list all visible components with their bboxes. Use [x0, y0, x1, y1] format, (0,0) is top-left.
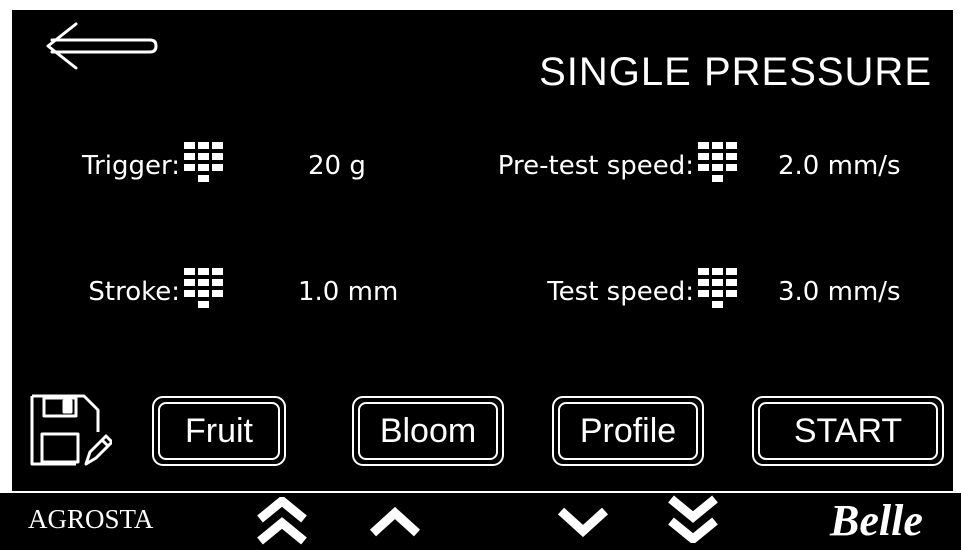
test-speed-keypad-icon[interactable]	[698, 268, 738, 324]
trigger-value: 20 g	[308, 151, 366, 181]
test-speed-label: Test speed:	[547, 277, 694, 307]
pretest-speed-keypad-icon[interactable]	[698, 142, 738, 198]
chevron-down-icon[interactable]	[556, 507, 610, 537]
trigger-label: Trigger:	[82, 151, 180, 181]
chevron-up-icon[interactable]	[368, 507, 422, 537]
pretest-speed-label: Pre-test speed:	[497, 151, 694, 181]
trigger-keypad-icon[interactable]	[184, 142, 224, 198]
save-edit-icon[interactable]	[28, 392, 112, 468]
brand-belle: Belle	[830, 496, 923, 545]
double-chevron-up-icon[interactable]	[255, 497, 309, 545]
start-button[interactable]: START	[752, 396, 944, 466]
stroke-value: 1.0 mm	[298, 277, 399, 307]
bottom-bar: AGROSTA Belle	[0, 493, 961, 550]
device-screen: SINGLE PRESSURE Trigger: 20 g Pre-test s…	[12, 10, 953, 491]
page-title: SINGLE PRESSURE	[539, 50, 932, 94]
test-speed-value: 3.0 mm/s	[778, 277, 901, 307]
pretest-speed-value: 2.0 mm/s	[778, 151, 901, 181]
double-chevron-down-icon[interactable]	[666, 495, 720, 543]
brand-agrosta: AGROSTA	[28, 504, 154, 534]
back-arrow-icon[interactable]	[40, 18, 160, 74]
stroke-keypad-icon[interactable]	[184, 268, 224, 324]
bloom-button[interactable]: Bloom	[352, 396, 504, 466]
profile-button[interactable]: Profile	[552, 396, 704, 466]
stroke-label: Stroke:	[88, 277, 180, 307]
fruit-button[interactable]: Fruit	[152, 396, 286, 466]
